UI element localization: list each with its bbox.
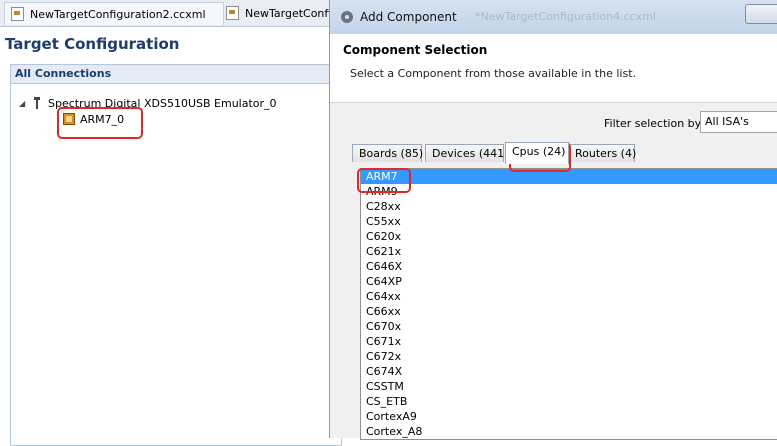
list-item[interactable]: Cortex_A8 — [361, 424, 777, 439]
list-item[interactable]: CS_ETB — [361, 394, 777, 409]
dialog-title-bar[interactable]: Add Component *NewTargetConfiguration4.c… — [330, 0, 777, 35]
list-item[interactable]: C670x — [361, 319, 777, 334]
component-list[interactable]: ARM7 ARM9 C28xx C55xx C620x C621x C646X … — [360, 168, 777, 440]
list-item[interactable]: C28xx — [361, 199, 777, 214]
app-icon — [340, 10, 354, 24]
arm7-highlight-box — [357, 168, 411, 193]
page-title: Target Configuration — [5, 35, 180, 53]
list-item[interactable]: C674X — [361, 364, 777, 379]
background-window-title: *NewTargetConfiguration4.ccxml — [475, 10, 656, 23]
ccxml-file-icon — [11, 7, 24, 21]
add-component-dialog: Add Component *NewTargetConfiguration4.c… — [329, 0, 777, 440]
list-item[interactable]: ARM9 — [361, 184, 777, 199]
tab-boards[interactable]: Boards (85) — [352, 144, 423, 162]
list-item[interactable]: C621x — [361, 244, 777, 259]
component-selection-heading: Component Selection — [343, 43, 488, 57]
collapse-triangle-icon[interactable]: ◢ — [19, 99, 27, 108]
filter-select[interactable]: All ISA's — [700, 111, 777, 133]
editor-tab-config2[interactable]: NewTargetConfiguration2.ccxml — [4, 2, 224, 25]
minimize-button[interactable] — [745, 4, 777, 24]
cpu-highlight-box — [57, 107, 143, 139]
tab-routers[interactable]: Routers (4) — [568, 144, 636, 162]
tab-cpus[interactable]: Cpus (24) — [505, 142, 569, 164]
filter-label: Filter selection by — [604, 117, 702, 130]
list-item[interactable]: CSSTM — [361, 379, 777, 394]
list-item[interactable]: C672x — [361, 349, 777, 364]
ccxml-file-icon — [226, 6, 239, 20]
list-item[interactable]: C671x — [361, 334, 777, 349]
list-item[interactable]: C66xx — [361, 304, 777, 319]
dialog-title: Add Component — [360, 10, 457, 24]
editor-tab-label: NewTargetConfiguration2.ccxml — [30, 7, 206, 21]
emulator-icon — [32, 97, 42, 109]
list-item[interactable]: C620x — [361, 229, 777, 244]
list-item[interactable]: C55xx — [361, 214, 777, 229]
editor-tab-label: NewTargetConfig — [245, 6, 339, 20]
list-item[interactable]: CortexA9 — [361, 409, 777, 424]
dialog-banner: Component Selection Select a Component f… — [330, 34, 777, 103]
list-item[interactable]: C646X — [361, 259, 777, 274]
list-item[interactable]: C64xx — [361, 289, 777, 304]
list-item[interactable]: C64XP — [361, 274, 777, 289]
list-item-arm7[interactable]: ARM7 — [361, 169, 777, 184]
tab-devices[interactable]: Devices (441) — [425, 144, 508, 162]
connections-header: All Connections — [11, 65, 341, 84]
component-selection-subtitle: Select a Component from those available … — [350, 67, 637, 80]
